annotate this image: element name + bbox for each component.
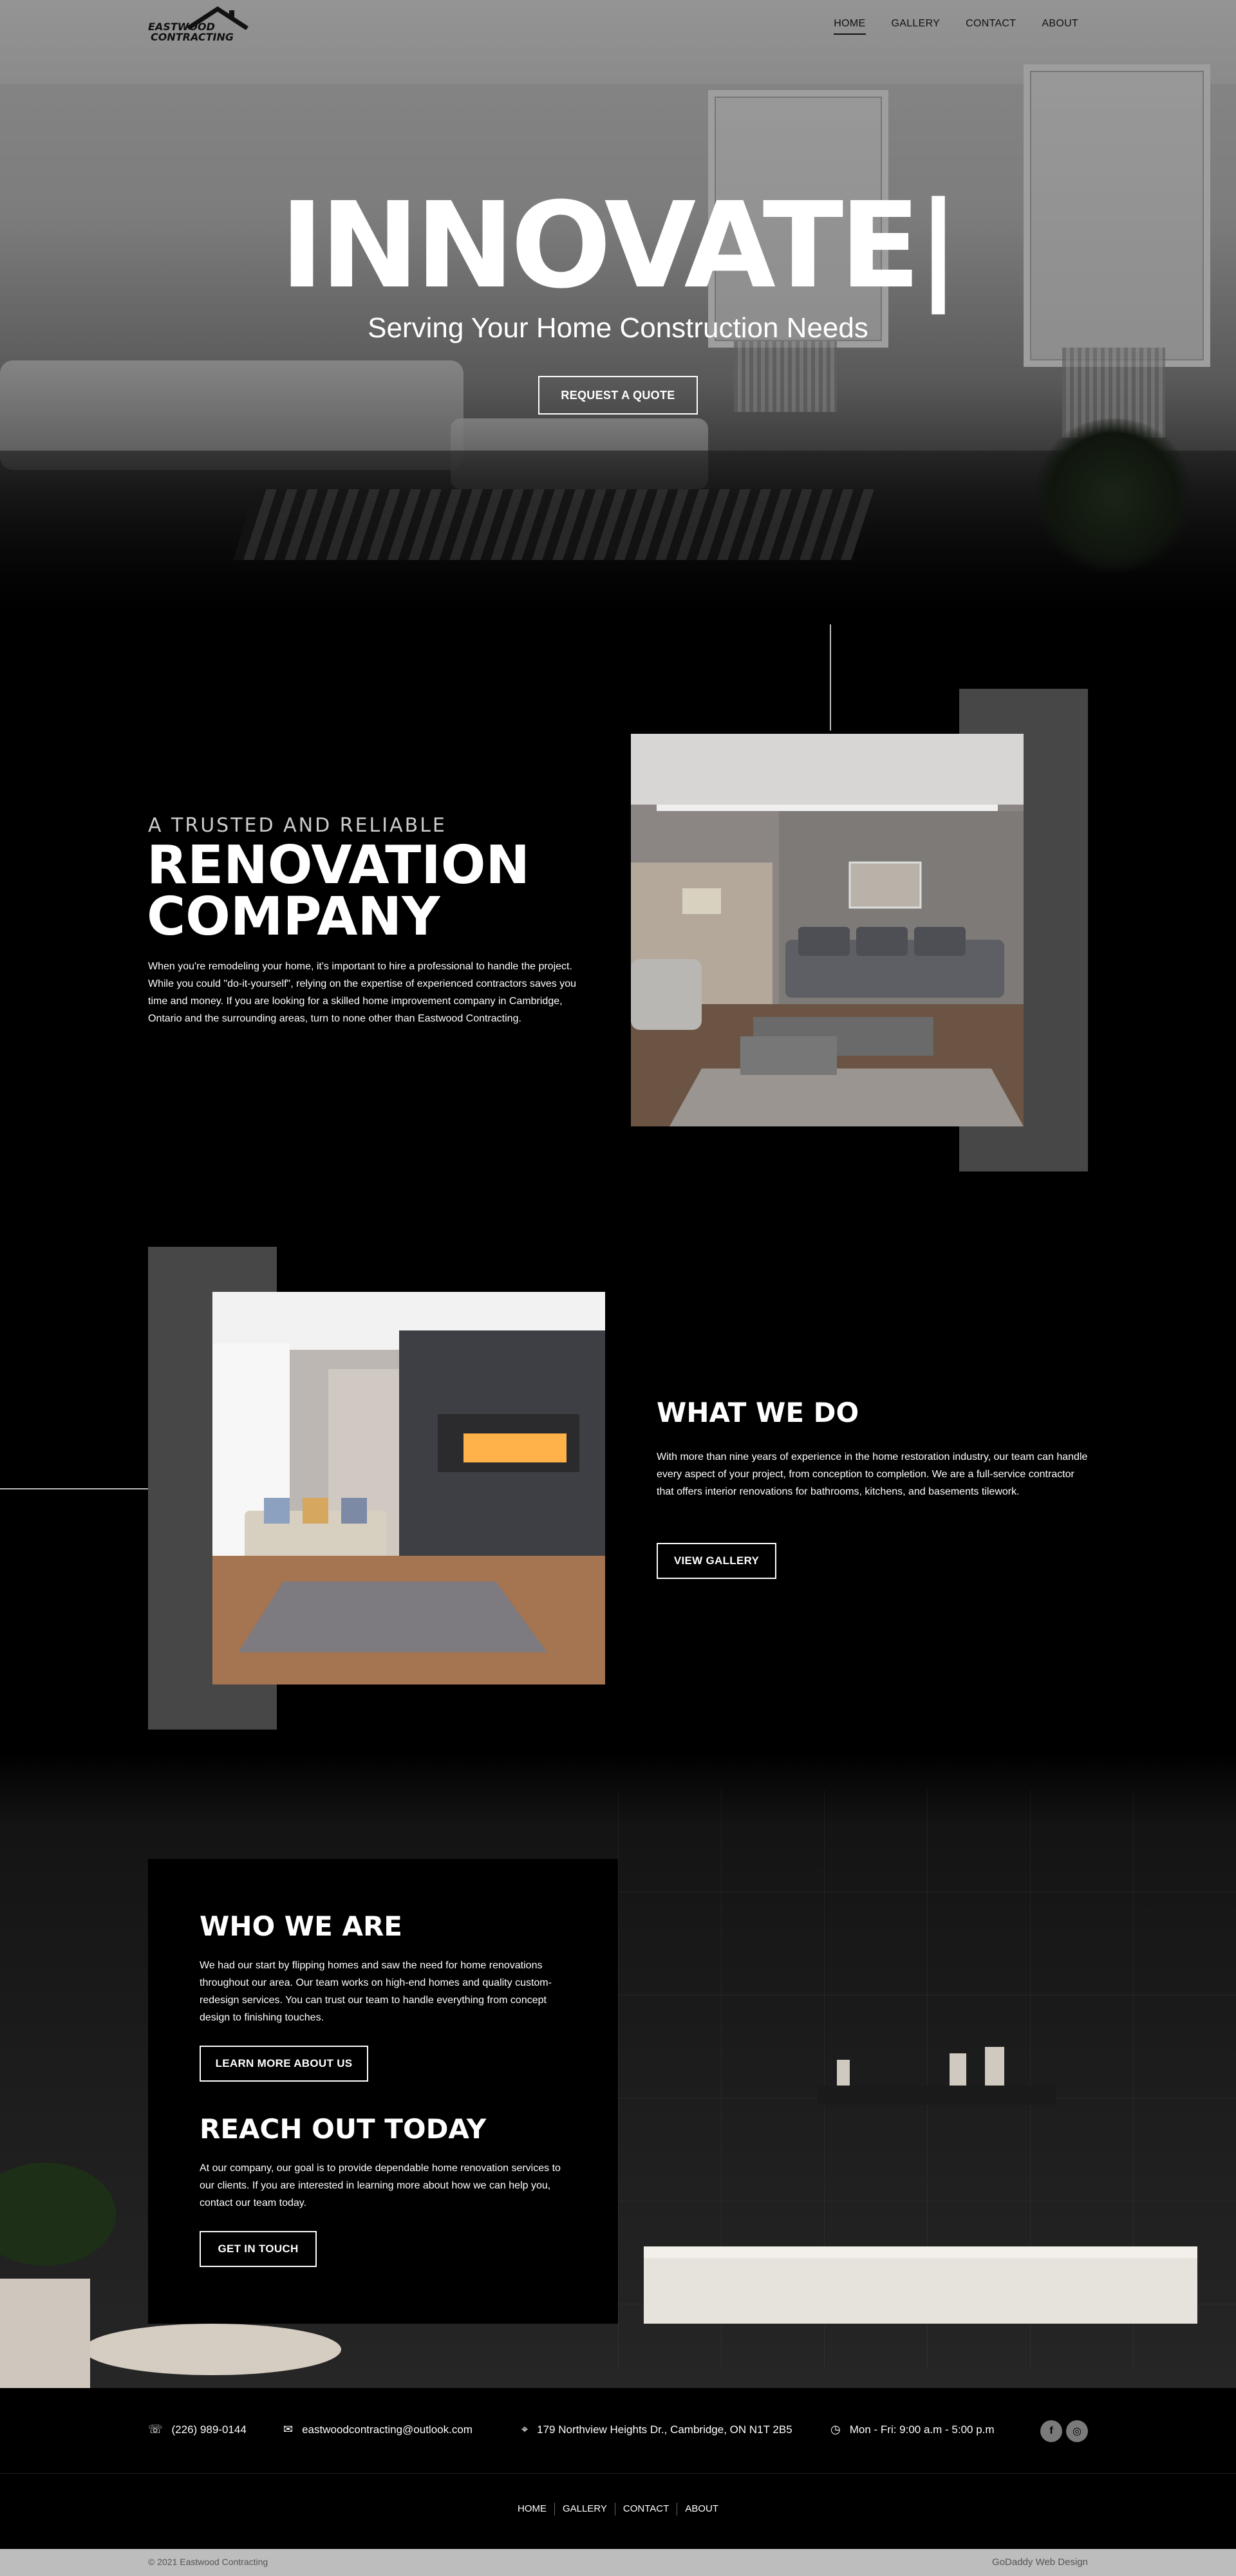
main-menu: HOME GALLERY CONTACT ABOUT	[834, 18, 1078, 35]
facebook-icon[interactable]: f	[1040, 2420, 1062, 2442]
footer-phone[interactable]: ☏ (226) 989-0144	[148, 2423, 247, 2436]
nav-about[interactable]: ABOUT	[1042, 18, 1078, 35]
living-room-photo	[631, 734, 1024, 1126]
intro-body: When you're remodeling your home, it's i…	[148, 961, 577, 1024]
intro-title-line2: COMPANY	[147, 886, 440, 947]
godaddy-credit-link[interactable]: GoDaddy Web Design	[992, 2557, 1088, 2568]
footer-nav-gallery[interactable]: GALLERY	[554, 2503, 615, 2515]
footer-nav-home[interactable]: HOME	[510, 2503, 554, 2515]
learn-more-button[interactable]: LEARN MORE ABOUT US	[200, 2046, 368, 2082]
top-nav: EASTWOOD CONTRACTING HOME GALLERY CONTAC…	[0, 0, 1236, 51]
intro-eyebrow: A TRUSTED AND RELIABLE	[148, 814, 447, 837]
living-room-image	[631, 734, 1024, 1126]
footer-hours-text: Mon - Fri: 9:00 a.m - 5:00 p.m	[849, 2423, 995, 2436]
map-pin-icon: ⌖	[521, 2423, 529, 2436]
footer-phone-text: (226) 989-0144	[171, 2423, 247, 2436]
hero-subtitle: Serving Your Home Construction Needs	[368, 312, 868, 344]
request-quote-button[interactable]: REQUEST A QUOTE	[538, 376, 698, 415]
footer-menu: HOME GALLERY CONTACT ABOUT	[0, 2503, 1236, 2515]
who-we-are-title: WHO WE ARE	[200, 1910, 402, 1942]
envelope-icon: ✉	[283, 2423, 294, 2436]
nav-home[interactable]: HOME	[834, 18, 866, 35]
fireplace-room-image	[212, 1292, 605, 1685]
hero-title: INNOVATE|	[279, 177, 960, 315]
footer-email[interactable]: ✉ eastwoodcontracting@outlook.com	[283, 2423, 473, 2436]
logo-line2: CONTRACTING	[151, 31, 234, 43]
hero-section: INNOVATE| Serving Your Home Construction…	[0, 0, 1236, 618]
phone-icon: ☏	[148, 2423, 163, 2436]
footer	[0, 2388, 1236, 2576]
fireplace-room-photo	[212, 1292, 605, 1685]
decorative-line-vertical	[830, 624, 831, 731]
copyright-bar: © 2021 Eastwood Contracting GoDaddy Web …	[0, 2549, 1236, 2576]
footer-divider	[0, 2473, 1236, 2474]
reach-out-body: At our company, our goal is to provide d…	[200, 2163, 561, 2208]
footer-nav-about[interactable]: ABOUT	[677, 2503, 726, 2515]
what-we-do-title: WHAT WE DO	[657, 1397, 859, 1428]
view-gallery-button[interactable]: VIEW GALLERY	[657, 1543, 776, 1579]
logo[interactable]: EASTWOOD CONTRACTING	[148, 6, 259, 42]
instagram-icon[interactable]: ◎	[1066, 2420, 1088, 2442]
nav-gallery[interactable]: GALLERY	[892, 18, 941, 35]
who-we-are-body: We had our start by flipping homes and s…	[200, 1960, 552, 2023]
get-in-touch-button[interactable]: GET IN TOUCH	[200, 2231, 317, 2267]
clock-icon: ◷	[830, 2423, 841, 2436]
reach-out-title: REACH OUT TODAY	[200, 2113, 487, 2145]
copyright-text: © 2021 Eastwood Contracting	[148, 2557, 268, 2567]
footer-hours: ◷ Mon - Fri: 9:00 a.m - 5:00 p.m	[830, 2423, 995, 2436]
footer-email-text: eastwoodcontracting@outlook.com	[302, 2423, 473, 2436]
footer-address-text: 179 Northview Heights Dr., Cambridge, ON…	[537, 2423, 792, 2436]
footer-address[interactable]: ⌖ 179 Northview Heights Dr., Cambridge, …	[521, 2423, 792, 2436]
nav-contact[interactable]: CONTACT	[966, 18, 1016, 35]
footer-nav-contact[interactable]: CONTACT	[614, 2503, 677, 2515]
what-we-do-body: With more than nine years of experience …	[657, 1451, 1088, 1497]
